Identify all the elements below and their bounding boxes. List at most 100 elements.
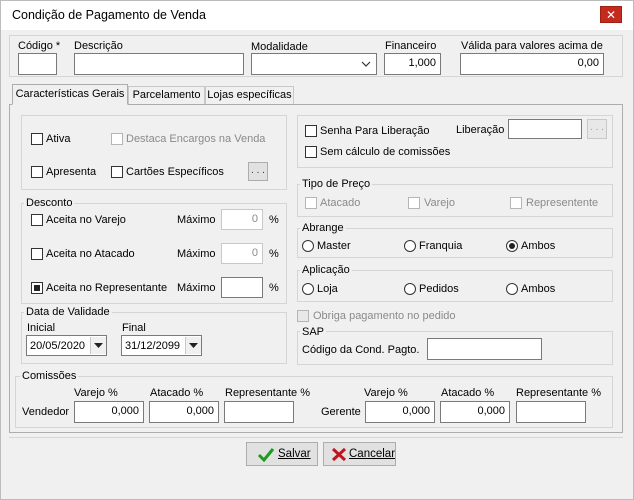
aplicacao-ambos-label: Ambos xyxy=(521,283,556,295)
checkmark-icon xyxy=(257,448,275,462)
gerente-label: Gerente xyxy=(321,406,361,418)
vendedor-atacado-input[interactable]: 0,000 xyxy=(149,401,219,423)
codigo-label: Código * xyxy=(18,40,61,52)
aceita-varejo-checkbox[interactable] xyxy=(31,214,43,226)
gerente-varejo-input[interactable]: 0,000 xyxy=(365,401,435,423)
senha-liberacao-checkbox[interactable] xyxy=(305,125,317,137)
sem-calculo-checkbox[interactable] xyxy=(305,146,317,158)
cartoes-checkbox[interactable] xyxy=(111,166,123,178)
tipo-representente-checkbox[interactable] xyxy=(510,197,522,209)
descricao-input[interactable] xyxy=(74,53,244,75)
inicial-dropdown-button[interactable] xyxy=(90,337,106,354)
aplicacao-ambos-radio[interactable] xyxy=(506,283,518,295)
tab-caracteristicas-gerais[interactable]: Características Gerais xyxy=(12,84,128,105)
obriga-pagamento-checkbox[interactable] xyxy=(297,310,309,322)
cartoes-label: Cartões Específicos xyxy=(126,166,224,178)
financeiro-input[interactable]: 1,000 xyxy=(384,53,441,75)
abrange-ambos-radio[interactable] xyxy=(506,240,518,252)
x-cancel-icon xyxy=(331,447,347,462)
sap-codigo-input[interactable] xyxy=(427,338,542,360)
aplicacao-pedidos-radio[interactable] xyxy=(404,283,416,295)
inicial-label: Inicial xyxy=(27,322,56,334)
comissoes-title: Comissões xyxy=(20,370,79,382)
obriga-pagamento-label: Obriga pagamento no pedido xyxy=(313,310,456,322)
tab-parcelamento[interactable]: Parcelamento xyxy=(128,86,205,104)
liberacao-input[interactable] xyxy=(508,119,582,139)
close-button[interactable]: ✕ xyxy=(600,6,622,23)
maximo-representante-label: Máximo xyxy=(177,282,216,294)
aceita-atacado-checkbox[interactable] xyxy=(31,248,43,260)
sem-calculo-label: Sem cálculo de comissões xyxy=(320,146,451,158)
aceita-representante-checkbox[interactable] xyxy=(31,282,43,294)
chevron-down-icon xyxy=(361,61,371,67)
abrange-master-radio[interactable] xyxy=(302,240,314,252)
tipo-representente-label: Representente xyxy=(526,197,599,209)
senha-liberacao-label: Senha Para Liberação xyxy=(320,125,430,137)
vendedor-representante-input[interactable] xyxy=(224,401,294,423)
aceita-representante-label: Aceita no Representante xyxy=(46,282,168,294)
abrange-franquia-label: Franquia xyxy=(419,240,463,252)
caret-down-icon xyxy=(94,343,103,348)
vendedor-atacado-header: Atacado % xyxy=(150,387,204,399)
aplicacao-loja-radio[interactable] xyxy=(302,283,314,295)
pct-varejo-label: % xyxy=(269,214,279,226)
abrange-master-label: Master xyxy=(317,240,351,252)
abrange-ambos-label: Ambos xyxy=(521,240,556,252)
salvar-button[interactable]: Salvar xyxy=(246,442,318,466)
vendedor-label: Vendedor xyxy=(22,406,70,418)
footer-divider xyxy=(9,437,623,438)
gerente-atacado-input[interactable]: 0,000 xyxy=(440,401,510,423)
descricao-label: Descrição xyxy=(74,40,123,52)
aplicacao-loja-label: Loja xyxy=(317,283,338,295)
pct-representante-label: % xyxy=(269,282,279,294)
valida-input[interactable]: 0,00 xyxy=(460,53,604,75)
sap-title: SAP xyxy=(300,326,327,338)
tipo-atacado-checkbox[interactable] xyxy=(305,197,317,209)
liberacao-label: Liberação xyxy=(456,124,505,136)
salvar-label: Salvar xyxy=(278,448,311,460)
pct-atacado-label: % xyxy=(269,248,279,260)
final-dropdown-button[interactable] xyxy=(185,337,201,354)
aceita-varejo-label: Aceita no Varejo xyxy=(46,214,126,226)
liberacao-ellipsis-button[interactable]: . . . xyxy=(587,119,607,139)
maximo-varejo-input[interactable]: 0 xyxy=(221,209,263,230)
aplicacao-pedidos-label: Pedidos xyxy=(419,283,459,295)
valida-label: Válida para valores acima de xyxy=(461,40,603,52)
final-date-picker[interactable]: 31/12/2099 xyxy=(121,335,202,356)
window-title: Condição de Pagamento de Venda xyxy=(12,8,206,22)
abrange-franquia-radio[interactable] xyxy=(404,240,416,252)
vendedor-representante-header: Representante % xyxy=(225,387,310,399)
maximo-atacado-input[interactable]: 0 xyxy=(221,243,263,264)
tipo-varejo-checkbox[interactable] xyxy=(408,197,420,209)
apresenta-checkbox[interactable] xyxy=(31,166,43,178)
final-date-value: 31/12/2099 xyxy=(125,340,181,352)
cancelar-label: Cancelar xyxy=(349,448,396,460)
gerente-atacado-header: Atacado % xyxy=(441,387,495,399)
inicial-date-picker[interactable]: 20/05/2020 xyxy=(26,335,107,356)
destaca-label: Destaca Encargos na Venda xyxy=(126,133,266,145)
sap-codigo-label: Código da Cond. Pagto. xyxy=(302,344,420,356)
gerente-representante-input[interactable] xyxy=(516,401,586,423)
cancelar-button[interactable]: Cancelar xyxy=(323,442,396,466)
tab-lojas-especificas[interactable]: Lojas específicas xyxy=(205,86,294,104)
modalidade-select[interactable] xyxy=(251,53,377,75)
maximo-representante-input[interactable] xyxy=(221,277,263,298)
vendedor-varejo-input[interactable]: 0,000 xyxy=(74,401,144,423)
caret-down-icon xyxy=(189,343,198,348)
validade-title: Data de Validade xyxy=(24,306,112,318)
tipo-atacado-label: Atacado xyxy=(320,197,361,209)
destaca-checkbox[interactable] xyxy=(111,133,123,145)
aceita-atacado-label: Aceita no Atacado xyxy=(46,248,135,260)
modalidade-label: Modalidade xyxy=(251,41,308,53)
vendedor-varejo-header: Varejo % xyxy=(74,387,118,399)
financeiro-label: Financeiro xyxy=(385,40,437,52)
abrange-title: Abrange xyxy=(300,222,346,234)
maximo-atacado-label: Máximo xyxy=(177,248,216,260)
ativa-checkbox[interactable] xyxy=(31,133,43,145)
cartoes-ellipsis-button[interactable]: . . . xyxy=(248,162,268,181)
tipo-varejo-label: Varejo xyxy=(424,197,455,209)
desconto-title: Desconto xyxy=(24,197,75,209)
gerente-representante-header: Representante % xyxy=(516,387,601,399)
gerente-varejo-header: Varejo % xyxy=(364,387,408,399)
codigo-input[interactable] xyxy=(18,53,57,75)
